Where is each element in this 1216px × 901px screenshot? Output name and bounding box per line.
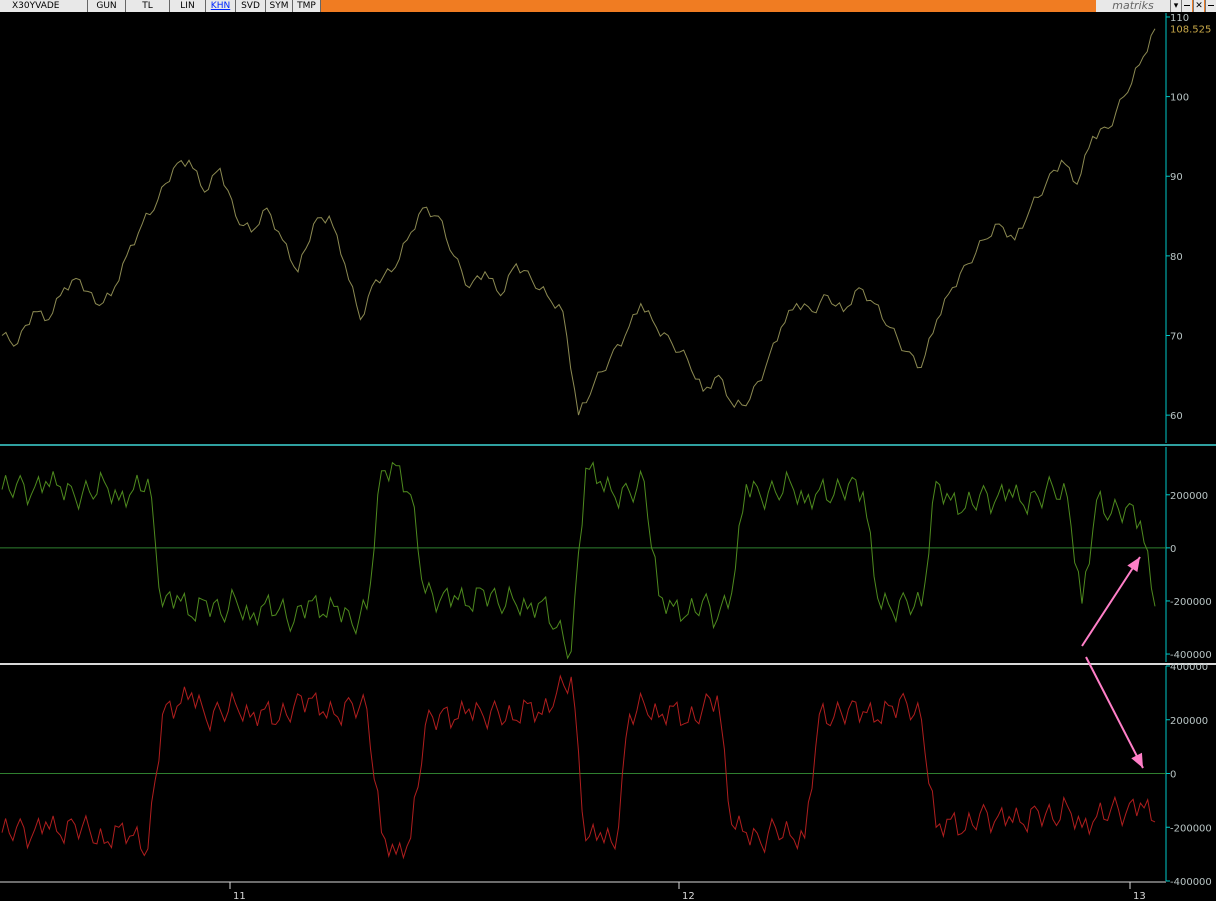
price-series-line — [1, 28, 1156, 416]
tl-button[interactable]: TL — [126, 0, 170, 12]
y-tick-label: 90 — [1170, 172, 1183, 183]
y-tick-label: -200000 — [1170, 597, 1212, 608]
svd-button[interactable]: SVD — [236, 0, 266, 12]
oscillator-1-panel: -400000 -200000 0 200000 — [0, 447, 1212, 662]
y-tick-label: 70 — [1170, 332, 1183, 343]
x-tick-label: 11 — [233, 891, 246, 901]
x-axis: 11 12 13 — [229, 882, 1146, 901]
arrowhead — [1127, 557, 1140, 573]
close-icon[interactable]: ✕ — [1193, 0, 1204, 12]
y-tick-label: 0 — [1170, 544, 1176, 555]
x-tick-label: 12 — [682, 891, 695, 901]
lin-button[interactable]: LIN — [170, 0, 206, 12]
chevron-down-icon[interactable]: ▾ — [1170, 0, 1181, 12]
chart-area: 60708090100110108.525 -400000-2000000200… — [0, 13, 1216, 901]
oscillator-2-panel: -400000 -200000 0 200000 400000 — [0, 662, 1212, 888]
y-tick-label: 400000 — [1170, 662, 1208, 673]
y-tick-label: 200000 — [1170, 716, 1208, 727]
y-tick-label: 60 — [1170, 411, 1183, 422]
y-tick-label: 200000 — [1170, 491, 1208, 502]
minimize-icon[interactable] — [1181, 0, 1192, 12]
y-tick-label: 100 — [1170, 93, 1189, 104]
annotation-arrow — [1085, 656, 1144, 769]
symbol-field[interactable]: X30YVADE — [0, 0, 88, 12]
gun-button[interactable]: GUN — [88, 0, 126, 12]
y-tick-label: -400000 — [1170, 650, 1212, 661]
toolbar: X30YVADE GUN TL LIN KHN SVD SYM TMP matr… — [0, 0, 1216, 12]
y-tick-label: 110 — [1170, 13, 1189, 24]
osc2-series-line — [1, 674, 1156, 860]
y-tick-label: 80 — [1170, 252, 1183, 263]
brand-logo: matriks — [1096, 0, 1170, 12]
minimize-icon[interactable] — [1205, 0, 1216, 12]
price-panel: 60 70 80 90 100 110108.525 — [0, 13, 1216, 883]
osc1-series-line — [1, 461, 1156, 660]
last-price-label: 108.525 — [1170, 25, 1211, 36]
annotation-arrow — [1081, 556, 1141, 647]
tmp-button[interactable]: TMP — [293, 0, 321, 12]
sym-button[interactable]: SYM — [266, 0, 293, 12]
annotation-arrows — [1081, 556, 1144, 769]
y-tick-label: -200000 — [1170, 823, 1212, 834]
y-tick-label: -400000 — [1170, 877, 1212, 888]
khn-button[interactable]: KHN — [206, 0, 236, 12]
y-tick-label: 0 — [1170, 770, 1176, 781]
x-tick-label: 13 — [1133, 891, 1146, 901]
